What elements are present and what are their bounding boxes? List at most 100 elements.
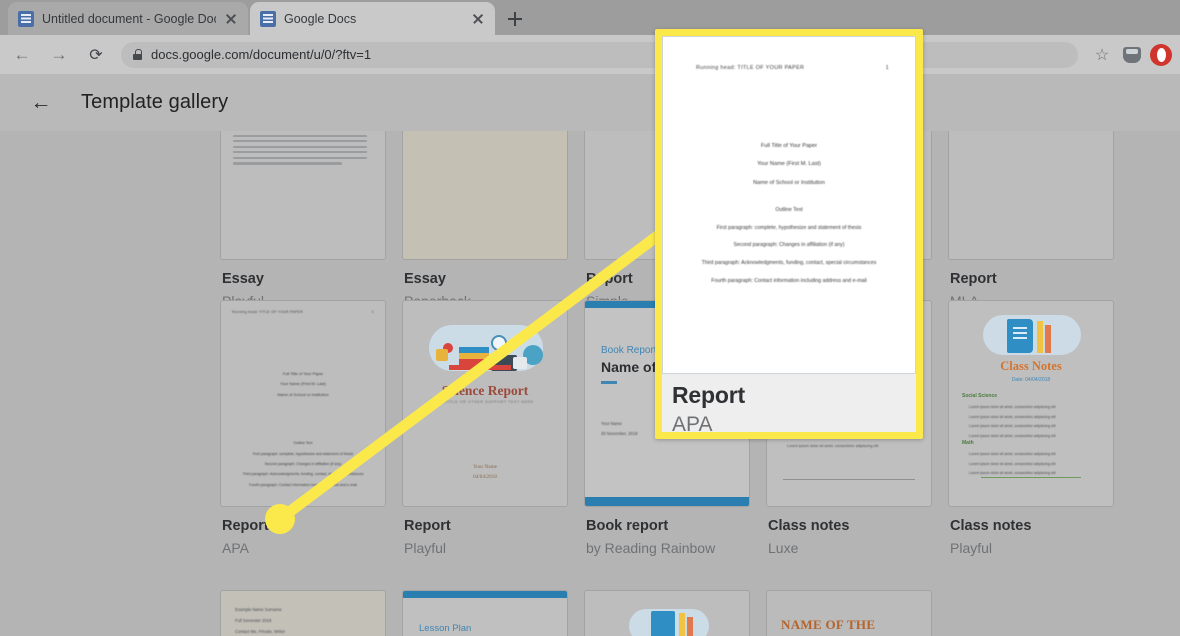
lesson-caption-thumb[interactable]: Example Name Surname Full Semester 2018 …: [220, 590, 386, 636]
card-title: Report: [404, 518, 451, 534]
card-title: Class notes: [768, 518, 850, 534]
lesson-icon-thumb[interactable]: [584, 590, 750, 636]
science-report-date: 04/04/2018: [473, 473, 497, 480]
bookmark-star-icon[interactable]: ☆: [1090, 43, 1114, 67]
pencil-icon: [1037, 321, 1043, 353]
callout-subtitle: APA: [672, 413, 713, 436]
tab-close-icon[interactable]: [224, 12, 238, 26]
page-title: Template gallery: [81, 91, 229, 113]
card-title: Report: [950, 271, 997, 287]
template-gallery-header: ← Template gallery: [0, 74, 1180, 131]
class-notes-playful-thumb[interactable]: Class Notes Date: 04/04/2018 Social Scie…: [948, 300, 1114, 507]
callout-body-heading: Outline Text: [775, 207, 803, 213]
tab-title: Google Docs: [284, 11, 357, 26]
template-row-3: Example Name Surname Full Semester 2018 …: [220, 590, 948, 636]
science-report-author: Your Name: [473, 464, 497, 470]
template-card[interactable]: Example Name Surname Full Semester 2018 …: [220, 590, 402, 636]
apa-outline-heading: Outline Text: [293, 441, 313, 446]
callout-page-number: 1: [885, 65, 889, 71]
card-subtitle: by Reading Rainbow: [586, 539, 716, 556]
lesson-plan-kicker: Lesson Plan: [419, 623, 472, 634]
book-report-kicker: Book Report: [601, 345, 657, 356]
class-notes-section: Math: [962, 440, 974, 446]
card-title: Essay: [404, 271, 446, 287]
caption-line: Full Semester 2018: [235, 617, 272, 623]
class-notes-line: Lorem ipsum dolor sit amet, consectetur …: [969, 461, 1056, 466]
apa-author: Your Name (First M. Last): [280, 381, 326, 387]
google-docs-icon: [260, 10, 276, 27]
pencil-icon: [1045, 325, 1051, 353]
report-mla-thumb[interactable]: [948, 131, 1114, 260]
forward-button[interactable]: →: [44, 40, 74, 70]
book-report-date: 30 November, 2018: [601, 431, 638, 437]
callout-title: Report: [672, 382, 745, 408]
card-subtitle: Luxe: [768, 539, 799, 556]
science-report-thumb[interactable]: Science Report SUBTITLE OR OTHER SUPPORT…: [402, 300, 568, 507]
callout-body-line: Second paragraph: Changes in affiliation…: [733, 242, 845, 249]
essay-paperback-thumb[interactable]: [402, 131, 568, 260]
extension-icon[interactable]: [1120, 43, 1144, 67]
highlighted-template-callout[interactable]: Running head: TITLE OF YOUR PAPER 1 Full…: [655, 29, 923, 439]
browser-tab-strip: Untitled document - Google Doc Google Do…: [0, 0, 1180, 35]
browser-toolbar: ← → ⟳ docs.google.com/document/u/0/?ftv=…: [0, 35, 1180, 74]
apa-title: Full Title of Your Paper: [282, 371, 324, 376]
class-notes-line: Lorem ipsum dolor sit amet, consectetur …: [969, 405, 1056, 409]
callout-doc-author: Your Name (First M. Last): [757, 161, 821, 168]
name-of-lesson-thumb[interactable]: NAME OF THE LESSON Lorem ipsum dolor sit…: [766, 590, 932, 636]
card-title: Essay: [222, 271, 264, 287]
address-bar-url: docs.google.com/document/u/0/?ftv=1: [151, 47, 372, 62]
browser-tab-2[interactable]: Google Docs: [250, 2, 495, 35]
apa-page-number: 1: [371, 310, 374, 314]
template-card[interactable]: Class Notes Date: 04/04/2018 Social Scie…: [948, 300, 1130, 557]
book-report-author: Your Name: [601, 421, 622, 426]
template-card[interactable]: Lesson Plan Name of Lesson: [402, 590, 584, 636]
caption-line: Example Name Surname: [235, 607, 282, 612]
book-icon: [1007, 319, 1033, 353]
callout-doc-title: Full Title of Your Paper: [760, 143, 818, 149]
caption-line: Contact Me, Private, Writer: [235, 628, 286, 634]
class-notes-line: Lorem ipsum dolor sit amet, consectetur …: [969, 452, 1056, 456]
template-card[interactable]: [584, 590, 766, 636]
card-title: Book report: [586, 518, 669, 534]
lesson-plan-thumb[interactable]: Lesson Plan Name of Lesson: [402, 590, 568, 636]
template-card[interactable]: Running head: TITLE OF YOUR PAPER 1 Full…: [220, 300, 402, 557]
card-title: Class notes: [950, 518, 1032, 534]
class-notes-line: Lorem ipsum dolor sit amet, consectetur …: [969, 424, 1056, 429]
class-notes-date: Date: 04/04/2018: [1011, 377, 1051, 383]
class-notes-title: Class Notes: [1000, 359, 1062, 373]
luxe-line: Lorem ipsum dolor sit amet, consectetur …: [787, 444, 879, 449]
back-button[interactable]: ←: [7, 40, 37, 70]
new-tab-button[interactable]: [503, 7, 527, 31]
gallery-back-button[interactable]: ←: [24, 86, 58, 120]
tab-close-icon[interactable]: [471, 12, 485, 26]
report-apa-thumb[interactable]: Running head: TITLE OF YOUR PAPER 1 Full…: [220, 300, 386, 507]
apa-body-line: Fourth paragraph: Contact information in…: [249, 482, 357, 487]
address-bar[interactable]: docs.google.com/document/u/0/?ftv=1: [121, 41, 1078, 68]
apa-running-head: Running head: TITLE OF YOUR PAPER: [232, 310, 303, 314]
card-title: Report: [222, 518, 269, 534]
class-notes-line: Lorem ipsum dolor sit amet, consectetur …: [969, 434, 1056, 439]
apa-body-line: Third paragraph: Acknowledgments, fundin…: [242, 472, 364, 477]
class-notes-line: Lorem ipsum dolor sit amet, consectetur …: [969, 414, 1056, 419]
browser-window: Untitled document - Google Doc Google Do…: [0, 0, 1180, 636]
science-report-subtitle: SUBTITLE OR OTHER SUPPORT TEXT HERE: [436, 400, 534, 404]
essay-playful-thumb[interactable]: [220, 131, 386, 260]
profile-avatar-icon[interactable]: [1150, 43, 1174, 67]
template-card[interactable]: Science Report SUBTITLE OR OTHER SUPPORT…: [402, 300, 584, 557]
apa-institution: Name of School or Institution: [277, 391, 329, 397]
lock-icon: [133, 49, 142, 60]
card-subtitle: APA: [222, 539, 249, 556]
callout-running-head: Running head: TITLE OF YOUR PAPER: [696, 65, 805, 71]
callout-body-line: Third paragraph: Acknowledgments, fundin…: [701, 260, 877, 267]
google-docs-icon: [18, 10, 34, 27]
template-gallery-grid[interactable]: Essay Playful Essay Paperback: [0, 131, 1180, 636]
browser-tab-1[interactable]: Untitled document - Google Doc: [8, 2, 248, 35]
apa-body-line: First paragraph: complete, hypothesize a…: [252, 451, 354, 456]
callout-document-preview: Running head: TITLE OF YOUR PAPER 1 Full…: [662, 36, 916, 374]
card-subtitle: Playful: [404, 539, 447, 556]
reload-button[interactable]: ⟳: [81, 40, 111, 70]
tab-title: Untitled document - Google Doc: [42, 11, 216, 26]
card-subtitle: Playful: [950, 539, 993, 556]
class-notes-section: Social Science: [962, 393, 998, 399]
template-card[interactable]: NAME OF THE LESSON Lorem ipsum dolor sit…: [766, 590, 948, 636]
